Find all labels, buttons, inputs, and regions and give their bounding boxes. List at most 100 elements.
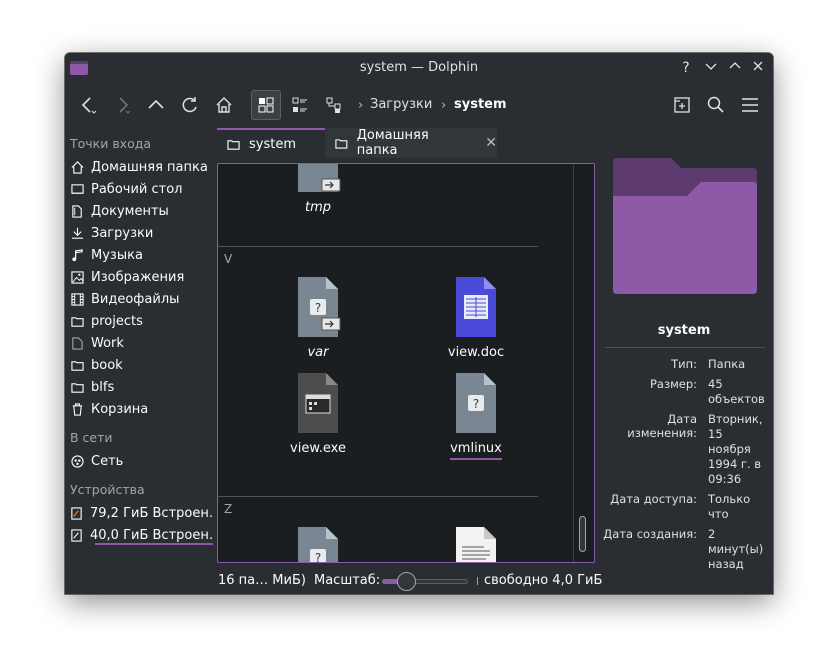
window-title: system — Dolphin bbox=[359, 60, 479, 75]
group-divider bbox=[218, 496, 538, 497]
home-icon bbox=[216, 97, 232, 113]
device-drive-2[interactable]: 40,0 ГиБ Встроен… bbox=[70, 525, 213, 545]
group-header: V bbox=[224, 252, 233, 266]
back-button[interactable] bbox=[73, 90, 103, 120]
file-item[interactable]: ? bbox=[258, 527, 378, 562]
file-item[interactable]: view.doc bbox=[416, 277, 536, 360]
reload-button[interactable] bbox=[175, 90, 205, 120]
place-music[interactable]: Музыка bbox=[70, 245, 212, 265]
device-label: 79,2 ГиБ Встроен… bbox=[90, 505, 212, 521]
device-label: 40,0 ГиБ Встроен… bbox=[90, 527, 212, 543]
up-button[interactable] bbox=[141, 90, 171, 120]
zoom-label: Масштаб: bbox=[314, 573, 381, 588]
file-name: view.doc bbox=[447, 345, 505, 360]
file-name: view.exe bbox=[290, 441, 346, 456]
tab-bar: system Домашняя папка ✕ bbox=[215, 128, 595, 158]
tab-close-icon[interactable]: ✕ bbox=[485, 135, 497, 151]
place-videos[interactable]: Видеофайлы bbox=[70, 289, 212, 309]
up-arrow-icon bbox=[148, 99, 164, 109]
file-item[interactable] bbox=[416, 527, 536, 562]
help-button[interactable]: ? bbox=[677, 59, 695, 77]
file-view[interactable]: tmp V ? var view.doc view.exe ? vmlinux … bbox=[217, 163, 595, 563]
maximize-button[interactable] bbox=[726, 59, 744, 77]
device-drive-1[interactable]: 79,2 ГиБ Встроен… bbox=[70, 503, 212, 523]
folder-icon bbox=[335, 138, 348, 149]
folder-icon bbox=[70, 314, 84, 328]
text-file-icon bbox=[453, 527, 499, 562]
place-trash[interactable]: Корзина bbox=[70, 399, 212, 419]
details-view-button[interactable] bbox=[285, 90, 315, 120]
desktop-icon bbox=[70, 182, 84, 196]
group-header: Z bbox=[224, 502, 233, 516]
icons-view-button[interactable] bbox=[251, 90, 281, 120]
new-tab-button[interactable] bbox=[667, 90, 697, 120]
place-work[interactable]: Work bbox=[70, 333, 212, 353]
search-button[interactable] bbox=[701, 90, 731, 120]
unknown-file-icon: ? bbox=[295, 527, 341, 562]
menu-button[interactable] bbox=[735, 90, 765, 120]
free-space-indicator bbox=[477, 577, 478, 585]
place-label: projects bbox=[91, 313, 143, 329]
video-icon bbox=[70, 292, 84, 306]
trash-icon bbox=[70, 402, 84, 416]
music-icon bbox=[70, 248, 84, 262]
file-item[interactable]: ? vmlinux bbox=[416, 373, 536, 460]
folder-icon bbox=[227, 139, 240, 150]
breadcrumb-separator-icon: › bbox=[441, 98, 447, 113]
network-header: В сети bbox=[70, 430, 113, 445]
forward-arrow-icon bbox=[119, 97, 131, 114]
place-book[interactable]: book bbox=[70, 355, 212, 375]
place-home[interactable]: Домашняя папка bbox=[70, 157, 212, 177]
place-images[interactable]: Изображения bbox=[70, 267, 212, 287]
place-label: Изображения bbox=[91, 269, 185, 285]
place-blfs[interactable]: blfs bbox=[70, 377, 212, 397]
image-icon bbox=[70, 270, 84, 284]
place-projects[interactable]: projects bbox=[70, 311, 212, 331]
place-network[interactable]: Сеть bbox=[70, 451, 212, 471]
search-icon bbox=[707, 96, 724, 113]
place-downloads[interactable]: Загрузки bbox=[70, 223, 212, 243]
info-label: Дата доступа: bbox=[610, 492, 697, 506]
place-label: blfs bbox=[91, 379, 115, 395]
network-icon bbox=[70, 454, 84, 468]
unknown-file-icon bbox=[295, 164, 341, 192]
titlebar[interactable]: system — Dolphin ? bbox=[65, 53, 773, 83]
svg-text:?: ? bbox=[473, 397, 479, 411]
document-file-icon bbox=[453, 277, 499, 337]
grid-view-icon bbox=[258, 97, 274, 113]
back-arrow-icon bbox=[81, 97, 97, 114]
breadcrumb-parent[interactable]: Загрузки bbox=[370, 97, 432, 112]
split-view-button[interactable] bbox=[319, 90, 349, 120]
place-label: Домашняя папка bbox=[91, 159, 208, 175]
tab-system[interactable]: system bbox=[217, 128, 325, 158]
scrollbar-thumb[interactable] bbox=[579, 516, 586, 552]
file-item[interactable]: tmp bbox=[258, 164, 378, 215]
group-divider bbox=[218, 246, 538, 247]
svg-text:?: ? bbox=[315, 301, 321, 315]
tab-home[interactable]: Домашняя папка ✕ bbox=[325, 128, 497, 158]
place-label: Документы bbox=[91, 203, 169, 219]
reload-icon bbox=[182, 97, 197, 113]
file-name: tmp bbox=[304, 200, 331, 215]
info-value: Папка bbox=[708, 357, 746, 371]
selected-item-name: system bbox=[657, 323, 711, 338]
minimize-button[interactable] bbox=[702, 59, 720, 77]
devices-header: Устройства bbox=[70, 482, 145, 497]
details-view-icon bbox=[292, 97, 307, 112]
breadcrumb-current[interactable]: system bbox=[454, 97, 507, 112]
zoom-slider-handle[interactable] bbox=[397, 572, 416, 591]
file-item[interactable]: view.exe bbox=[258, 373, 378, 456]
place-documents[interactable]: Документы bbox=[70, 201, 212, 221]
document-icon bbox=[70, 336, 84, 350]
forward-button[interactable] bbox=[107, 90, 137, 120]
home-button[interactable] bbox=[209, 90, 239, 120]
chevron-up-icon bbox=[729, 62, 741, 69]
file-item[interactable]: ? var bbox=[258, 277, 378, 360]
place-desktop[interactable]: Рабочий стол bbox=[70, 179, 212, 199]
download-icon bbox=[70, 226, 84, 240]
info-value: 45 объектов bbox=[708, 377, 765, 406]
close-button[interactable] bbox=[749, 59, 767, 77]
new-tab-icon bbox=[674, 97, 690, 113]
free-space-text: свободно 4,0 ГиБ bbox=[484, 573, 603, 588]
dolphin-window: system — Dolphin ? › Загрузки › system Т… bbox=[65, 53, 773, 594]
